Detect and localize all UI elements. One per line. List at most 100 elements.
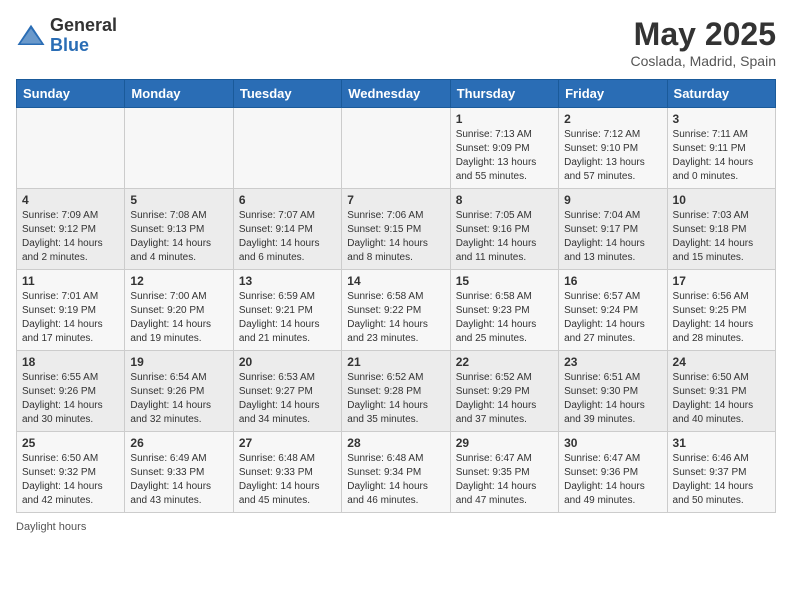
day-info: Sunrise: 7:11 AMSunset: 9:11 PMDaylight:… (673, 128, 770, 184)
logo-blue-text: Blue (50, 36, 117, 56)
day-header-wednesday: Wednesday (342, 80, 450, 108)
day-cell: 4 Sunrise: 7:09 AMSunset: 9:12 PMDaylight… (17, 189, 125, 270)
day-number: 31 (673, 436, 770, 450)
day-number: 17 (673, 274, 770, 288)
day-cell: 24 Sunrise: 6:50 AMSunset: 9:31 PMDayligh… (667, 351, 775, 432)
day-number: 30 (564, 436, 661, 450)
day-cell: 17Sunrise: 6:56 AMSunset: 9:25 PMDayligh… (667, 270, 775, 351)
day-cell: 20 Sunrise: 6:53 AMSunset: 9:27 PMDayligh… (233, 351, 341, 432)
day-cell (342, 108, 450, 189)
calendar-header: SundayMondayTuesdayWednesdayThursdayFrid… (17, 80, 776, 108)
day-header-thursday: Thursday (450, 80, 558, 108)
day-number: 20 (239, 355, 336, 369)
day-cell: 2 Sunrise: 7:12 AMSunset: 9:10 PMDaylight… (559, 108, 667, 189)
day-info: Sunrise: 6:57 AMSunset: 9:24 PMDaylight:… (564, 290, 661, 346)
day-number: 22 (456, 355, 553, 369)
day-number: 12 (130, 274, 227, 288)
location-subtitle: Coslada, Madrid, Spain (630, 53, 776, 69)
day-cell: 10Sunrise: 7:03 AMSunset: 9:18 PMDayligh… (667, 189, 775, 270)
day-info: Sunrise: 6:48 AMSunset: 9:34 PMDaylight:… (347, 452, 444, 508)
day-cell: 11Sunrise: 7:01 AMSunset: 9:19 PMDayligh… (17, 270, 125, 351)
day-cell: 29 Sunrise: 6:47 AMSunset: 9:35 PMDayligh… (450, 432, 558, 513)
day-number: 11 (22, 274, 119, 288)
day-number: 13 (239, 274, 336, 288)
day-info: Sunrise: 6:54 AMSunset: 9:26 PMDaylight:… (130, 371, 227, 427)
day-cell: 1Sunrise: 7:13 AMSunset: 9:09 PMDaylight… (450, 108, 558, 189)
day-info: Sunrise: 7:12 AMSunset: 9:10 PMDaylight:… (564, 128, 661, 184)
week-row-3: 11Sunrise: 7:01 AMSunset: 9:19 PMDayligh… (17, 270, 776, 351)
month-title: May 2025 (630, 16, 776, 53)
day-number: 18 (22, 355, 119, 369)
day-number: 3 (673, 112, 770, 126)
day-header-monday: Monday (125, 80, 233, 108)
day-cell: 14 Sunrise: 6:58 AMSunset: 9:22 PMDayligh… (342, 270, 450, 351)
day-cell: 27 Sunrise: 6:48 AMSunset: 9:33 PMDayligh… (233, 432, 341, 513)
day-number: 28 (347, 436, 444, 450)
day-number: 21 (347, 355, 444, 369)
day-header-saturday: Saturday (667, 80, 775, 108)
day-number: 27 (239, 436, 336, 450)
day-header-friday: Friday (559, 80, 667, 108)
day-info: Sunrise: 7:09 AMSunset: 9:12 PMDaylight:… (22, 209, 119, 265)
day-info: Sunrise: 7:00 AMSunset: 9:20 PMDaylight:… (130, 290, 227, 346)
day-number: 5 (130, 193, 227, 207)
day-number: 1 (456, 112, 553, 126)
day-number: 29 (456, 436, 553, 450)
day-cell: 25 Sunrise: 6:50 AMSunset: 9:32 PMDayligh… (17, 432, 125, 513)
day-cell: 23Sunrise: 6:51 AMSunset: 9:30 PMDayligh… (559, 351, 667, 432)
day-number: 14 (347, 274, 444, 288)
day-cell: 13 Sunrise: 6:59 AMSunset: 9:21 PMDayligh… (233, 270, 341, 351)
day-cell: 26 Sunrise: 6:49 AMSunset: 9:33 PMDayligh… (125, 432, 233, 513)
page-header: General Blue May 2025 Coslada, Madrid, S… (16, 16, 776, 69)
day-info: Sunrise: 6:52 AMSunset: 9:28 PMDaylight:… (347, 371, 444, 427)
day-cell: 31 Sunrise: 6:46 AMSunset: 9:37 PMDayligh… (667, 432, 775, 513)
day-cell (233, 108, 341, 189)
day-info: Sunrise: 6:55 AMSunset: 9:26 PMDaylight:… (22, 371, 119, 427)
day-cell: 7 Sunrise: 7:06 AMSunset: 9:15 PMDaylight… (342, 189, 450, 270)
daylight-hours-label: Daylight hours (16, 521, 86, 533)
day-info: Sunrise: 7:06 AMSunset: 9:15 PMDaylight:… (347, 209, 444, 265)
day-number: 24 (673, 355, 770, 369)
week-row-4: 18 Sunrise: 6:55 AMSunset: 9:26 PMDayligh… (17, 351, 776, 432)
day-info: Sunrise: 6:53 AMSunset: 9:27 PMDaylight:… (239, 371, 336, 427)
logo-general-text: General (50, 16, 117, 36)
day-info: Sunrise: 6:58 AMSunset: 9:22 PMDaylight:… (347, 290, 444, 346)
day-cell: 12 Sunrise: 7:00 AMSunset: 9:20 PMDayligh… (125, 270, 233, 351)
day-info: Sunrise: 6:52 AMSunset: 9:29 PMDaylight:… (456, 371, 553, 427)
day-cell: 21 Sunrise: 6:52 AMSunset: 9:28 PMDayligh… (342, 351, 450, 432)
day-info: Sunrise: 6:47 AMSunset: 9:36 PMDaylight:… (564, 452, 661, 508)
day-info: Sunrise: 6:46 AMSunset: 9:37 PMDaylight:… (673, 452, 770, 508)
day-number: 16 (564, 274, 661, 288)
day-info: Sunrise: 6:59 AMSunset: 9:21 PMDaylight:… (239, 290, 336, 346)
day-info: Sunrise: 6:58 AMSunset: 9:23 PMDaylight:… (456, 290, 553, 346)
day-number: 2 (564, 112, 661, 126)
day-info: Sunrise: 7:05 AMSunset: 9:16 PMDaylight:… (456, 209, 553, 265)
week-row-2: 4 Sunrise: 7:09 AMSunset: 9:12 PMDaylight… (17, 189, 776, 270)
day-number: 4 (22, 193, 119, 207)
day-info: Sunrise: 7:08 AMSunset: 9:13 PMDaylight:… (130, 209, 227, 265)
day-info: Sunrise: 6:50 AMSunset: 9:31 PMDaylight:… (673, 371, 770, 427)
day-number: 6 (239, 193, 336, 207)
day-cell: 6Sunrise: 7:07 AMSunset: 9:14 PMDaylight… (233, 189, 341, 270)
logo-text: General Blue (50, 16, 117, 56)
day-info: Sunrise: 6:50 AMSunset: 9:32 PMDaylight:… (22, 452, 119, 508)
day-cell: 15 Sunrise: 6:58 AMSunset: 9:23 PMDayligh… (450, 270, 558, 351)
day-cell (17, 108, 125, 189)
day-info: Sunrise: 6:48 AMSunset: 9:33 PMDaylight:… (239, 452, 336, 508)
day-number: 7 (347, 193, 444, 207)
day-number: 25 (22, 436, 119, 450)
day-info: Sunrise: 6:47 AMSunset: 9:35 PMDaylight:… (456, 452, 553, 508)
day-cell: 5 Sunrise: 7:08 AMSunset: 9:13 PMDaylight… (125, 189, 233, 270)
day-cell: 30 Sunrise: 6:47 AMSunset: 9:36 PMDayligh… (559, 432, 667, 513)
day-cell: 22 Sunrise: 6:52 AMSunset: 9:29 PMDayligh… (450, 351, 558, 432)
day-cell: 9Sunrise: 7:04 AMSunset: 9:17 PMDaylight… (559, 189, 667, 270)
day-cell: 16 Sunrise: 6:57 AMSunset: 9:24 PMDayligh… (559, 270, 667, 351)
day-number: 26 (130, 436, 227, 450)
day-cell: 8Sunrise: 7:05 AMSunset: 9:16 PMDaylight… (450, 189, 558, 270)
footer: Daylight hours (16, 521, 776, 533)
day-number: 15 (456, 274, 553, 288)
day-cell (125, 108, 233, 189)
day-cell: 18 Sunrise: 6:55 AMSunset: 9:26 PMDayligh… (17, 351, 125, 432)
day-number: 9 (564, 193, 661, 207)
day-info: Sunrise: 6:49 AMSunset: 9:33 PMDaylight:… (130, 452, 227, 508)
